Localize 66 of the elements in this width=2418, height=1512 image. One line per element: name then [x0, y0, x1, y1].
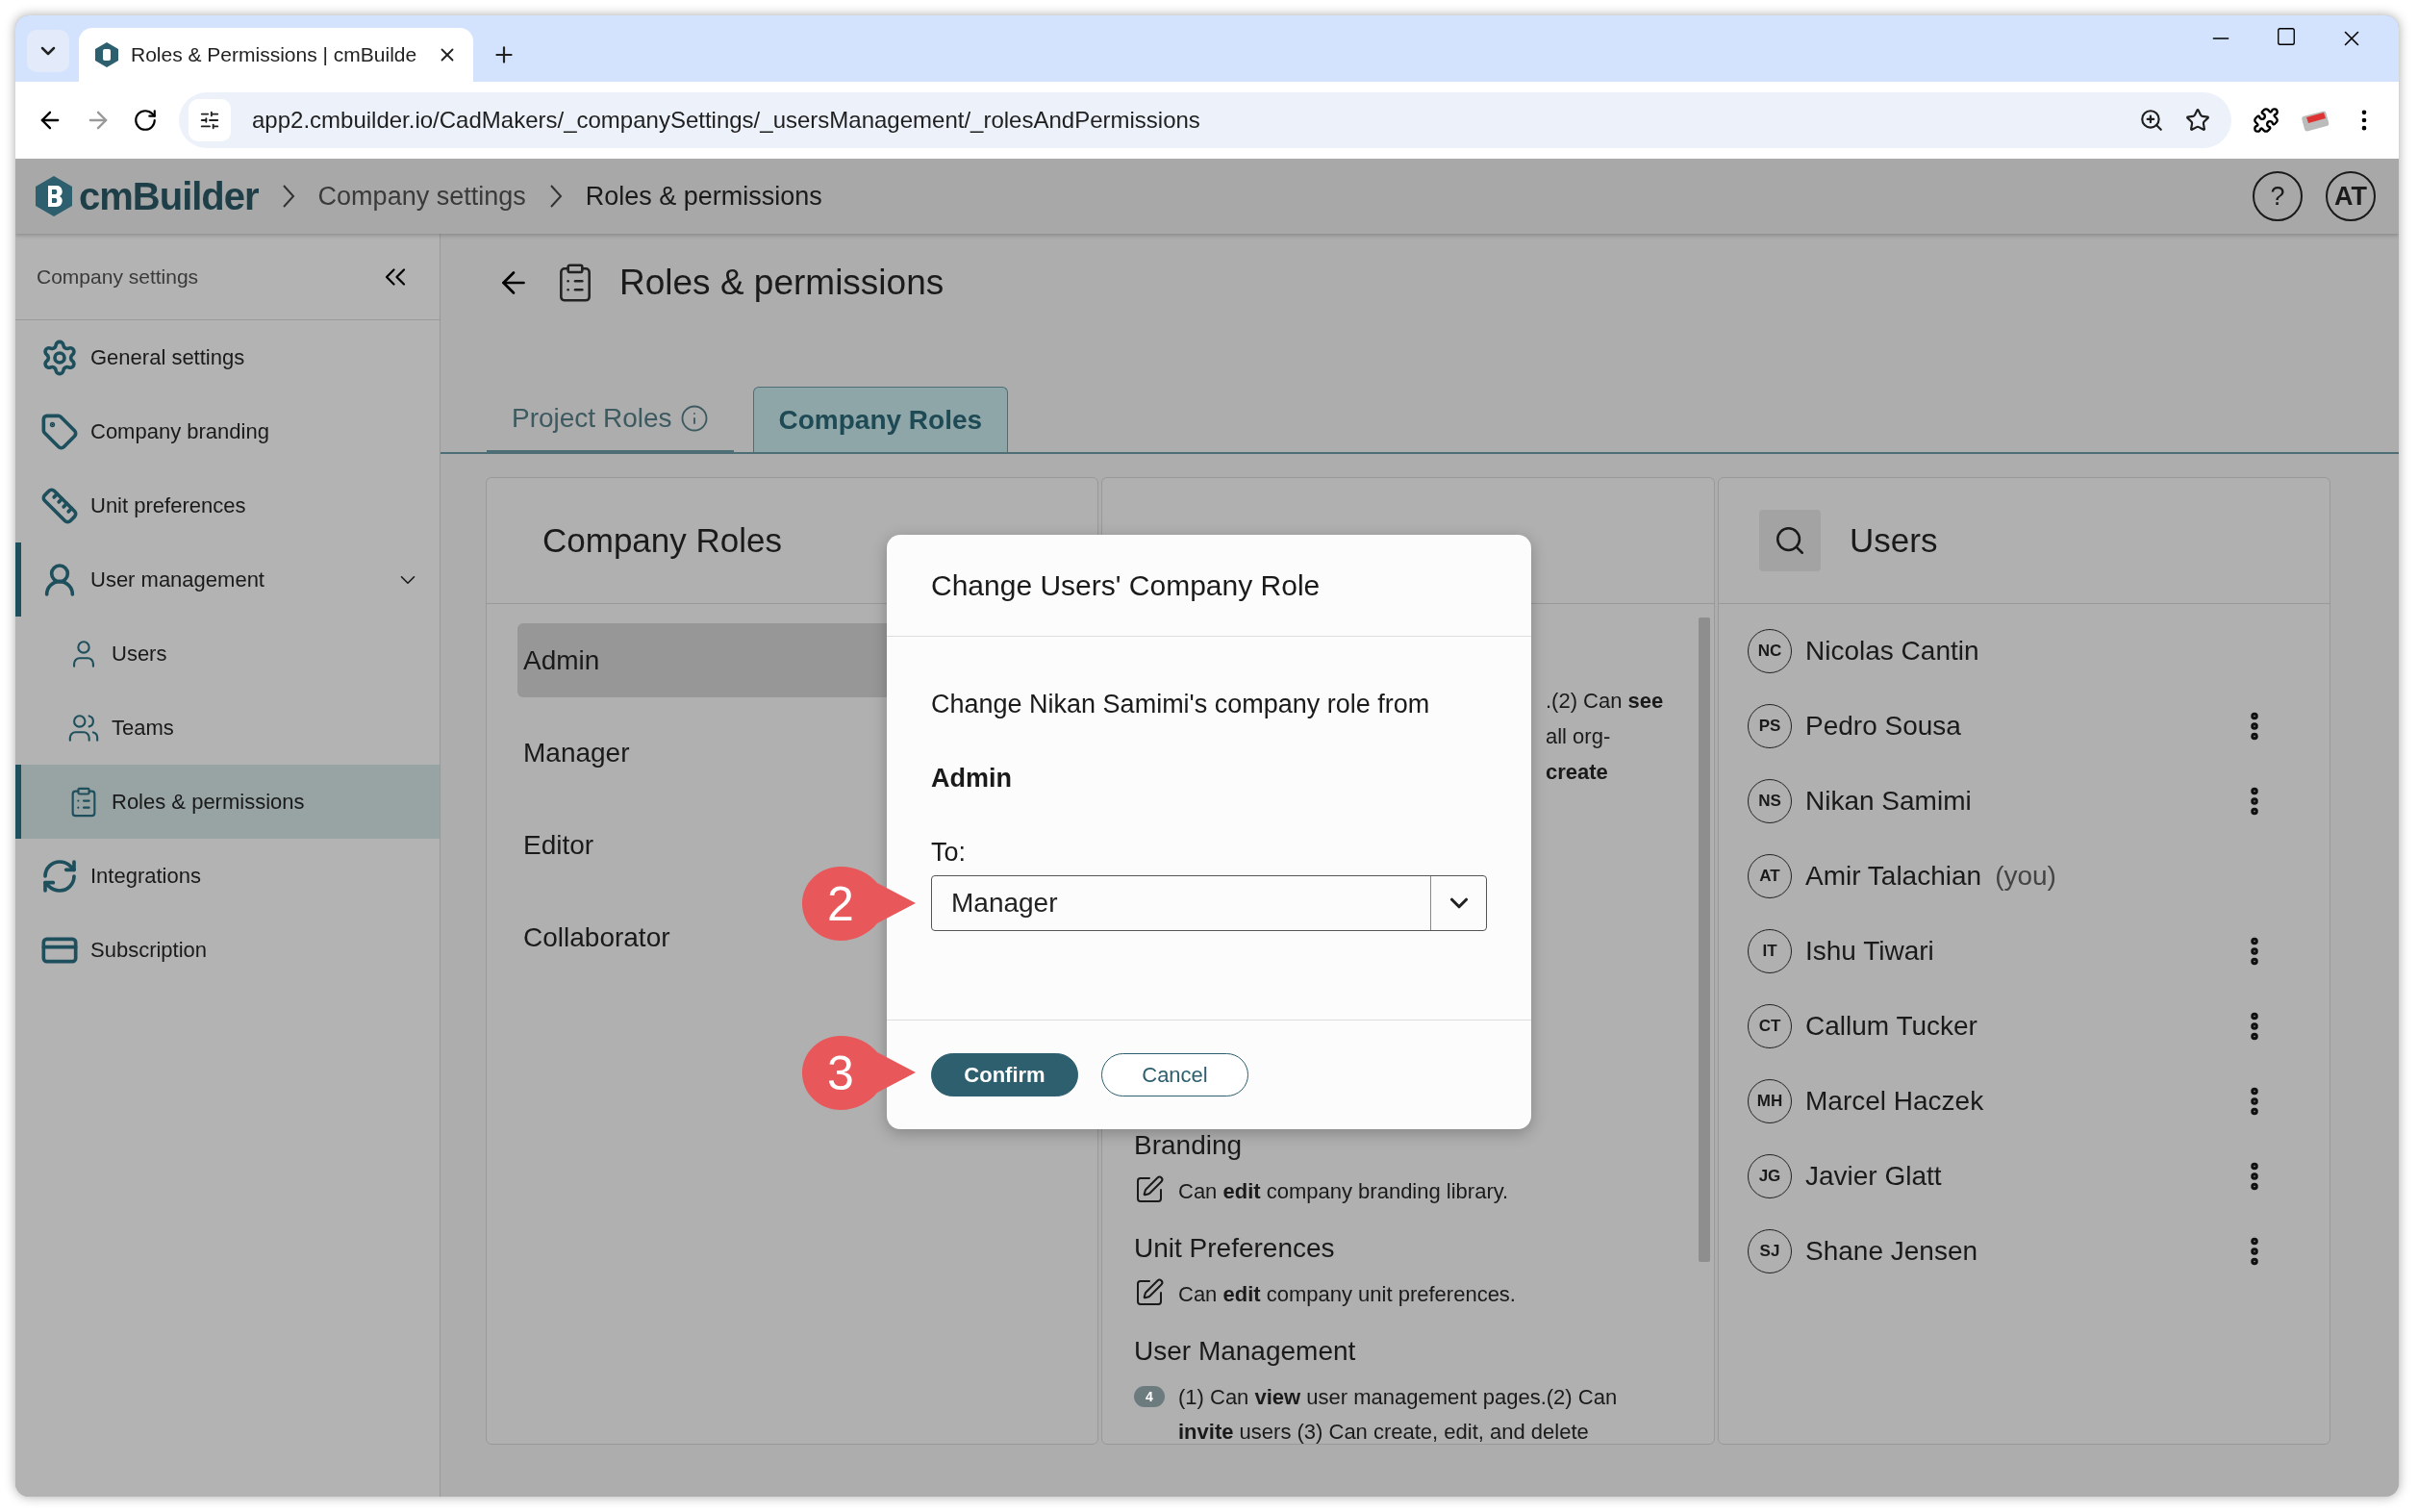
field-label: To:	[931, 837, 968, 869]
confirm-button[interactable]: Confirm	[931, 1053, 1078, 1096]
user-name[interactable]: Callum Tucker	[1805, 1011, 1977, 1042]
site-settings-icon[interactable]	[189, 99, 231, 141]
sidebar-title: Company settings	[37, 265, 199, 289]
tab-list-button[interactable]	[27, 30, 69, 72]
permission-text: (1) Can view user management pages.(2) Can invite users (3) Can create, edit, and delete	[1178, 1384, 1619, 1444]
bookmark-star-icon[interactable]	[2185, 108, 2210, 133]
panel-title: Company Roles	[542, 521, 782, 560]
sidebar-item[interactable]: Users	[15, 617, 440, 691]
sidebar-item[interactable]: Integrations	[15, 839, 440, 913]
dialog-title: Change Users' Company Role	[931, 568, 1321, 602]
permission-text: Can edit company branding library.	[1178, 1178, 1509, 1205]
address-bar[interactable]: app2.cmbuilder.io/CadMakers/_companySettings/_usersManagement/_rolesAndPermissions	[179, 92, 2231, 148]
scrollbar[interactable]	[1699, 617, 1710, 1262]
reload-icon[interactable]	[133, 108, 158, 133]
search-button[interactable]	[1759, 510, 1821, 571]
cancel-button[interactable]: Cancel	[1101, 1053, 1248, 1096]
permission-title: Unit Preferences	[1134, 1232, 1336, 1265]
tab[interactable]: Company Roles	[752, 387, 1009, 452]
sidebar-item[interactable]: Roles & permissions	[15, 765, 440, 839]
logo-icon	[35, 175, 73, 217]
page-title: Roles & permissions	[619, 263, 945, 303]
info-icon[interactable]	[679, 404, 709, 433]
ruler-icon	[40, 486, 79, 525]
chevron-right-icon	[548, 184, 563, 209]
permission-text: all org-	[1546, 723, 1612, 750]
sidebar-item[interactable]: Unit preferences	[15, 468, 440, 542]
panel-title: Users	[1850, 521, 1938, 560]
user-name[interactable]: Javier Glatt	[1805, 1161, 1942, 1192]
app-logo[interactable]: cmBuilder	[79, 174, 259, 218]
sidebar-item[interactable]: General settings	[15, 320, 440, 394]
user-name[interactable]: Nikan Samimi	[1805, 786, 1972, 817]
browser-tab[interactable]: Roles & Permissions | cmBuilde	[79, 28, 473, 82]
user-name[interactable]: Nicolas Cantin	[1805, 636, 1979, 667]
sidebar-item[interactable]: Subscription	[15, 913, 440, 987]
user-name[interactable]: Marcel Haczek	[1805, 1086, 1984, 1117]
permission-title: Branding	[1134, 1129, 1244, 1162]
gear-icon	[40, 338, 79, 377]
role-select[interactable]: Manager	[931, 875, 1487, 931]
edit-icon	[1134, 1277, 1165, 1308]
user-avatar[interactable]: AT	[2326, 171, 2376, 221]
sidebar-item[interactable]: Company branding	[15, 394, 440, 468]
user-name[interactable]: Shane Jensen	[1805, 1236, 1978, 1267]
logo-icon	[94, 41, 119, 68]
you-label: (you)	[1995, 861, 2056, 892]
maximize-icon[interactable]	[2276, 25, 2297, 47]
permission-text: Can edit company unit preferences.	[1178, 1281, 1516, 1308]
breadcrumb: Roles & permissions	[585, 181, 822, 212]
user-name[interactable]: Amir Talachian	[1805, 861, 1982, 892]
tag-icon	[40, 412, 79, 451]
permission-title: User Management	[1134, 1335, 1357, 1368]
edit-icon	[1134, 1174, 1165, 1205]
search-icon	[1774, 524, 1806, 557]
permission-text: .(2) Can see	[1546, 688, 1665, 715]
current-role: Admin	[931, 763, 1013, 794]
user-name[interactable]: Pedro Sousa	[1805, 711, 1961, 742]
extensions-icon[interactable]	[2253, 107, 2279, 134]
help-button[interactable]: ?	[2253, 171, 2303, 221]
permission-text: create	[1546, 759, 1609, 786]
sidebar-item[interactable]: Teams	[15, 691, 440, 765]
breadcrumb[interactable]: Company settings	[317, 181, 526, 212]
user-name[interactable]: Ishu Tiwari	[1805, 936, 1934, 967]
level-badge: 4	[1134, 1386, 1165, 1407]
zoom-icon[interactable]	[2139, 108, 2164, 133]
chevron-right-icon	[281, 184, 295, 209]
